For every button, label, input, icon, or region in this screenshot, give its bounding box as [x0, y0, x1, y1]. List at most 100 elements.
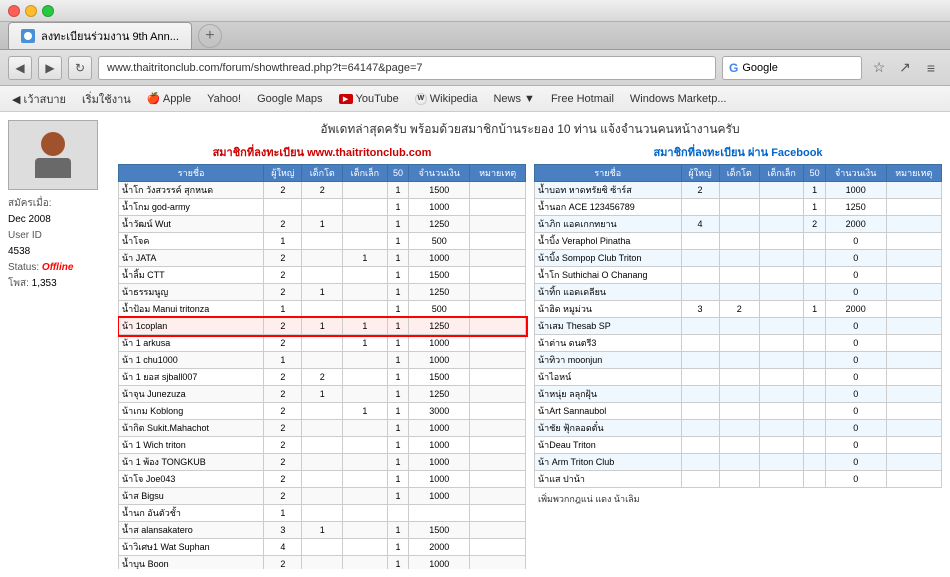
- cell-teen: 1: [302, 318, 343, 335]
- cell-child: 1: [343, 403, 388, 420]
- bookmark-label: Wikipedia: [430, 93, 478, 105]
- cell-amount: 0: [825, 403, 886, 420]
- cell-teen: 1: [302, 522, 343, 539]
- bookmark-hotmail[interactable]: Free Hotmail: [547, 91, 618, 107]
- back-button[interactable]: ◀: [8, 56, 32, 80]
- cell-adult: 2: [264, 471, 302, 488]
- maximize-button[interactable]: [42, 5, 54, 17]
- cell-name: น้าไอหน์: [535, 369, 682, 386]
- bookmark-yahoo[interactable]: Yahoo!: [203, 91, 245, 107]
- bookmark-apple[interactable]: 🍎 Apple: [143, 90, 195, 107]
- cell-child: [759, 437, 804, 454]
- bookmark-news[interactable]: News ▼: [489, 91, 538, 107]
- table-row: น้ำโก วังสวรรค์ สุกหนด 2 2 1 1500: [119, 182, 526, 199]
- bookmark-home[interactable]: ◀ เว้าสบาย: [8, 88, 70, 110]
- bookmark-label: Yahoo!: [207, 93, 241, 105]
- new-tab-button[interactable]: +: [198, 24, 222, 48]
- bookmark-label: ◀ เว้าสบาย: [12, 90, 66, 108]
- cell-adult: 4: [264, 539, 302, 556]
- menu-icon[interactable]: ≡: [920, 57, 942, 79]
- refresh-button[interactable]: ↻: [68, 56, 92, 80]
- cell-teen: 1: [302, 284, 343, 301]
- url-field[interactable]: www.thaitritonclub.com/forum/showthread.…: [98, 56, 716, 80]
- minimize-button[interactable]: [25, 5, 37, 17]
- cell-name: น้ำบอท หาดทรัยซิ ซ้าร์ส: [535, 182, 682, 199]
- cell-teen: [302, 505, 343, 522]
- cell-adult: 2: [264, 386, 302, 403]
- cell-note: [470, 522, 526, 539]
- user-posts-label: โพส: 1,353: [8, 276, 108, 292]
- table-row: น้าเกม Koblong 2 1 1 3000: [119, 403, 526, 420]
- cell-child: [759, 352, 804, 369]
- cell-teen: [719, 216, 759, 233]
- wikipedia-icon: W: [415, 93, 427, 105]
- cell-adult: 4: [681, 216, 719, 233]
- cell-note: [886, 471, 941, 488]
- table-row: น้ำนก อันตัวชั้า 1: [119, 505, 526, 522]
- cell-teen: [302, 471, 343, 488]
- cell-child: [343, 556, 388, 570]
- cell-note: [886, 301, 941, 318]
- cell-amount: 0: [825, 267, 886, 284]
- table-row: น้ำโกม god-army 1 1000: [119, 199, 526, 216]
- cell-amount: 1000: [409, 437, 470, 454]
- col-teen: เด็กโต: [719, 165, 759, 182]
- cell-teen: [302, 335, 343, 352]
- bookmark-youtube[interactable]: YouTube: [335, 91, 403, 107]
- cell-child: [343, 352, 388, 369]
- close-button[interactable]: [8, 5, 20, 17]
- cell-fifty: [804, 318, 825, 335]
- cell-fifty: 1: [387, 437, 409, 454]
- cell-adult: [681, 420, 719, 437]
- cell-fifty: [804, 437, 825, 454]
- avatar: [8, 120, 98, 190]
- cell-child: [343, 301, 388, 318]
- star-icon[interactable]: ☆: [868, 57, 890, 79]
- cell-adult: 3: [264, 522, 302, 539]
- cell-amount: 2000: [825, 216, 886, 233]
- cell-teen: [302, 199, 343, 216]
- cell-teen: [719, 182, 759, 199]
- cell-note: [886, 318, 941, 335]
- active-tab[interactable]: ลงทะเบียนร่วมงาน 9th Ann...: [8, 22, 192, 49]
- bookmark-wikipedia[interactable]: W Wikipedia: [411, 91, 482, 107]
- table-row: น้าโจ Joe043 2 1 1000: [119, 471, 526, 488]
- cell-child: [343, 182, 388, 199]
- cell-child: [759, 233, 804, 250]
- cell-name: น้าDeau Triton: [535, 437, 682, 454]
- right-section: สมาชิกที่ลงทะเบียน ผ่าน Facebook รายชื่อ…: [534, 143, 942, 569]
- search-field[interactable]: G Google: [722, 56, 862, 80]
- table-row: น้าหนุ่ย ลลุกฝุ้น 0: [535, 386, 942, 403]
- cell-fifty: 1: [387, 471, 409, 488]
- cell-adult: [681, 267, 719, 284]
- cell-name: น้าทิ้ก แอดเดลียน: [535, 284, 682, 301]
- bookmark-start[interactable]: เริ่มใช้งาน: [78, 88, 135, 110]
- cell-amount: 1500: [409, 522, 470, 539]
- cell-child: [759, 250, 804, 267]
- cell-child: [343, 454, 388, 471]
- cell-child: [343, 386, 388, 403]
- user-sidebar: สมัครเมื่อ: Dec 2008 User ID 4538 Status…: [8, 120, 108, 569]
- forward-button[interactable]: ▶: [38, 56, 62, 80]
- cell-adult: 2: [264, 182, 302, 199]
- cell-amount: 1250: [409, 318, 470, 335]
- cell-note: [886, 352, 941, 369]
- cell-fifty: [804, 352, 825, 369]
- cell-amount: 1000: [409, 471, 470, 488]
- cell-note: [886, 250, 941, 267]
- cell-amount: 1500: [409, 182, 470, 199]
- table-row: น้าส Bigsu 2 1 1000: [119, 488, 526, 505]
- cell-teen: [719, 471, 759, 488]
- cell-amount: 1000: [409, 488, 470, 505]
- cell-fifty: 1: [804, 182, 825, 199]
- col-child: เด็กเล็ก: [759, 165, 804, 182]
- bookmark-maps[interactable]: Google Maps: [253, 91, 326, 107]
- cell-adult: [681, 386, 719, 403]
- table-row: น้าธรรมนูญ 2 1 1 1250: [119, 284, 526, 301]
- share-icon[interactable]: ↗: [894, 57, 916, 79]
- bookmark-windows[interactable]: Windows Marketp...: [626, 91, 731, 107]
- cell-amount: 1250: [409, 216, 470, 233]
- cell-amount: 1500: [409, 369, 470, 386]
- cell-adult: [681, 233, 719, 250]
- cell-child: [343, 233, 388, 250]
